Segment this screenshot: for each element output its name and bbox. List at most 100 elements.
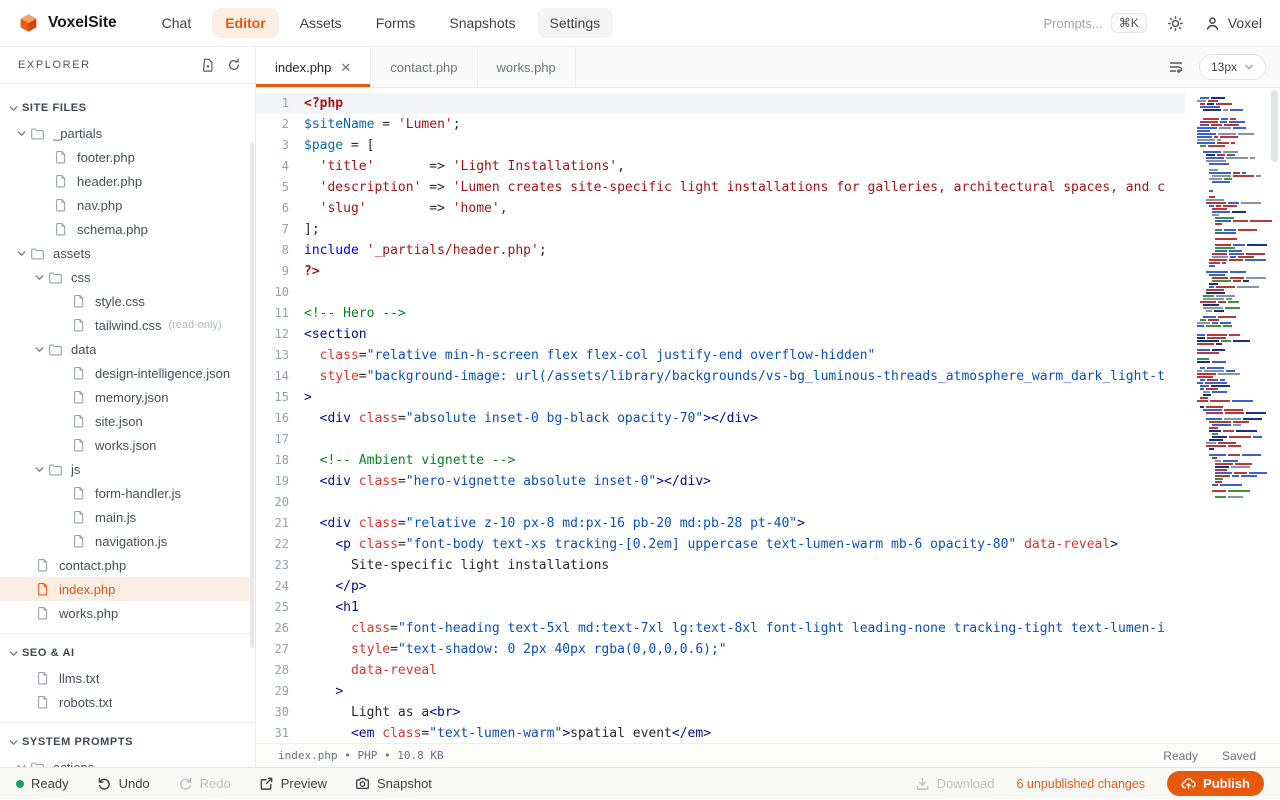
code-line-1[interactable]: 1<?php [256, 93, 1185, 114]
tree-item-main.js[interactable]: main.js [0, 505, 255, 529]
code-line-24[interactable]: 24 </p> [256, 576, 1185, 597]
code-line-3[interactable]: 3$page = [ [256, 135, 1185, 156]
tree-item-data[interactable]: data [0, 337, 255, 361]
tree-item-style.css[interactable]: style.css [0, 289, 255, 313]
code-line-28[interactable]: 28 data-reveal [256, 660, 1185, 681]
refresh-icon[interactable] [227, 58, 241, 72]
code-line-10[interactable]: 10 [256, 282, 1185, 303]
code-line-29[interactable]: 29 > [256, 681, 1185, 702]
code-line-30[interactable]: 30 Light as a<br> [256, 702, 1185, 723]
nav-item-editor[interactable]: Editor [212, 8, 278, 38]
php-file-icon [54, 222, 70, 236]
tree-item-site.json[interactable]: site.json [0, 409, 255, 433]
nav-item-settings[interactable]: Settings [537, 8, 614, 38]
code-content: <em class="text-lumen-warm">spatial even… [304, 723, 1185, 743]
editor-scrollbar[interactable] [1269, 88, 1280, 743]
code-line-7[interactable]: 7]; [256, 219, 1185, 240]
tree-item-label: contact.php [59, 558, 126, 573]
brand[interactable]: VoxelSite [18, 12, 117, 34]
nav-item-chat[interactable]: Chat [149, 8, 205, 38]
tree-item-label: schema.php [77, 222, 148, 237]
tree-item-footer.php[interactable]: footer.php [0, 145, 255, 169]
tree-item-memory.json[interactable]: memory.json [0, 385, 255, 409]
code-line-15[interactable]: 15> [256, 387, 1185, 408]
tree-section-site-files[interactable]: SITE FILES [0, 95, 255, 121]
folder-icon [30, 246, 46, 261]
line-number: 29 [256, 681, 304, 702]
code-line-25[interactable]: 25 <h1 [256, 597, 1185, 618]
tree-item-schema.php[interactable]: schema.php [0, 217, 255, 241]
tree-section-system-prompts[interactable]: SYSTEM PROMPTS [0, 729, 255, 755]
code-line-12[interactable]: 12<section [256, 324, 1185, 345]
close-tab-icon[interactable]: ✕ [340, 61, 351, 74]
tab-works.php[interactable]: works.php [478, 47, 576, 87]
publish-button[interactable]: Publish [1167, 771, 1264, 796]
unpublished-changes[interactable]: 6 unpublished changes [1016, 777, 1145, 791]
font-size-selector[interactable]: 13px [1199, 54, 1266, 80]
line-number: 19 [256, 471, 304, 492]
tree-item--partials[interactable]: _partials [0, 121, 255, 145]
tree-item-works.json[interactable]: works.json [0, 433, 255, 457]
code-editor[interactable]: 1<?php2$siteName = 'Lumen';3$page = [4 '… [256, 88, 1280, 743]
line-number: 8 [256, 240, 304, 261]
tree-item-navigation.js[interactable]: navigation.js [0, 529, 255, 553]
snapshot-button[interactable]: Snapshot [355, 776, 432, 791]
code-line-21[interactable]: 21 <div class="relative z-10 px-8 md:px-… [256, 513, 1185, 534]
tree-item-works.php[interactable]: works.php [0, 601, 255, 625]
tree-item-nav.php[interactable]: nav.php [0, 193, 255, 217]
undo-button[interactable]: Undo [97, 776, 150, 791]
tree-item-llms.txt[interactable]: llms.txt [0, 666, 255, 690]
code-line-4[interactable]: 4 'title' => 'Light Installations', [256, 156, 1185, 177]
sidebar-scrollbar[interactable] [250, 143, 254, 648]
download-button[interactable]: Download [915, 776, 995, 791]
tree-item-label: actions [53, 760, 94, 768]
code-line-22[interactable]: 22 <p class="font-body text-xs tracking-… [256, 534, 1185, 555]
nav-item-forms[interactable]: Forms [363, 8, 429, 38]
code-line-13[interactable]: 13 class="relative min-h-screen flex fle… [256, 345, 1185, 366]
tab-index.php[interactable]: index.php✕ [256, 47, 371, 87]
code-line-27[interactable]: 27 style="text-shadow: 0 2px 40px rgba(0… [256, 639, 1185, 660]
minimap[interactable] [1195, 91, 1267, 499]
tree-item-assets[interactable]: assets [0, 241, 255, 265]
word-wrap-icon[interactable] [1168, 59, 1184, 75]
theme-toggle-sun-icon[interactable] [1167, 15, 1184, 32]
tree-item-label: memory.json [95, 390, 168, 405]
code-line-20[interactable]: 20 [256, 492, 1185, 513]
tab-contact.php[interactable]: contact.php [371, 47, 477, 87]
code-line-19[interactable]: 19 <div class="hero-vignette absolute in… [256, 471, 1185, 492]
preview-button[interactable]: Preview [259, 776, 327, 791]
tree-item-index.php[interactable]: index.php [0, 577, 255, 601]
tree-section-seo-ai[interactable]: SEO & AI [0, 640, 255, 666]
user-menu[interactable]: Voxel [1204, 15, 1262, 32]
code-line-8[interactable]: 8include '_partials/header.php'; [256, 240, 1185, 261]
nav-item-assets[interactable]: Assets [287, 8, 355, 38]
code-line-6[interactable]: 6 'slug' => 'home', [256, 198, 1185, 219]
tree-item-header.php[interactable]: header.php [0, 169, 255, 193]
code-line-2[interactable]: 2$siteName = 'Lumen'; [256, 114, 1185, 135]
code-line-31[interactable]: 31 <em class="text-lumen-warm">spatial e… [256, 723, 1185, 743]
code-line-5[interactable]: 5 'description' => 'Lumen creates site-s… [256, 177, 1185, 198]
new-file-icon[interactable] [201, 58, 215, 72]
tree-item-design-intelligence.json[interactable]: design-intelligence.json [0, 361, 255, 385]
redo-button[interactable]: Redo [178, 776, 231, 791]
nav-item-snapshots[interactable]: Snapshots [436, 8, 528, 38]
tree-item-robots.txt[interactable]: robots.txt [0, 690, 255, 714]
folder-icon [48, 462, 64, 477]
code-line-11[interactable]: 11<!-- Hero --> [256, 303, 1185, 324]
code-line-23[interactable]: 23 Site-specific light installations [256, 555, 1185, 576]
tree-item-actions[interactable]: actions [0, 755, 255, 767]
code-line-17[interactable]: 17 [256, 429, 1185, 450]
tree-item-contact.php[interactable]: contact.php [0, 553, 255, 577]
tree-item-js[interactable]: js [0, 457, 255, 481]
tree-item-css[interactable]: css [0, 265, 255, 289]
code-line-9[interactable]: 9?> [256, 261, 1185, 282]
code-line-18[interactable]: 18 <!-- Ambient vignette --> [256, 450, 1185, 471]
tree-item-tailwind.css[interactable]: tailwind.css(read-only) [0, 313, 255, 337]
tree-item-form-handler.js[interactable]: form-handler.js [0, 481, 255, 505]
code-content: <?php [304, 93, 1185, 114]
code-line-16[interactable]: 16 <div class="absolute inset-0 bg-black… [256, 408, 1185, 429]
prompts-button[interactable]: Prompts... ⌘K [1043, 13, 1146, 33]
code-line-14[interactable]: 14 style="background-image: url(/assets/… [256, 366, 1185, 387]
code-line-26[interactable]: 26 class="font-heading text-5xl md:text-… [256, 618, 1185, 639]
line-number: 3 [256, 135, 304, 156]
